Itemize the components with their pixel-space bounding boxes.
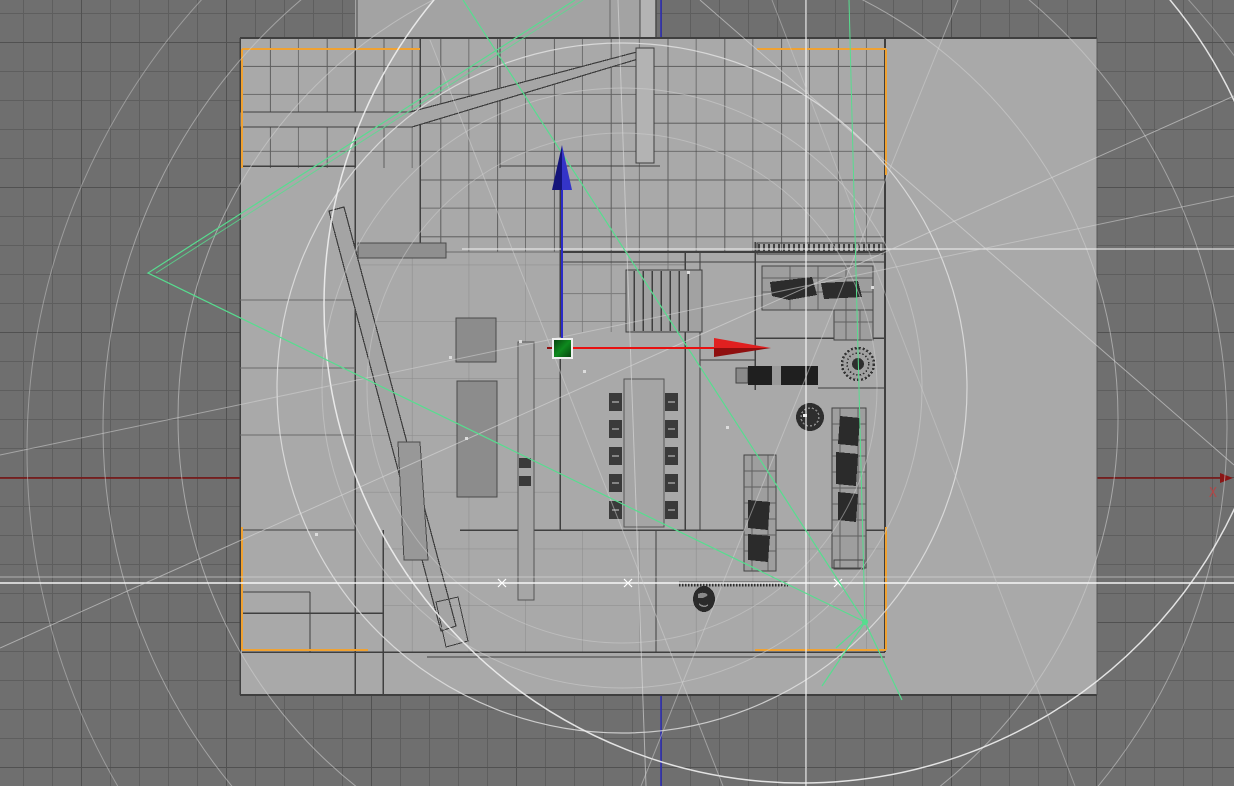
round-stool[interactable] <box>796 403 824 431</box>
world-x-axis-label: X <box>1209 486 1217 501</box>
chaise-couch-right[interactable] <box>831 407 867 570</box>
dining-table[interactable] <box>609 378 678 528</box>
staircase[interactable] <box>625 269 703 333</box>
floor-tiles <box>383 530 885 652</box>
kitchen-counter[interactable] <box>517 341 535 601</box>
3d-viewport[interactable]: X Z <box>0 0 1234 786</box>
chaise-couch-left[interactable] <box>743 454 777 572</box>
window-mullions <box>242 130 420 168</box>
column[interactable] <box>635 47 655 164</box>
world-x-arrowhead <box>1220 473 1233 483</box>
